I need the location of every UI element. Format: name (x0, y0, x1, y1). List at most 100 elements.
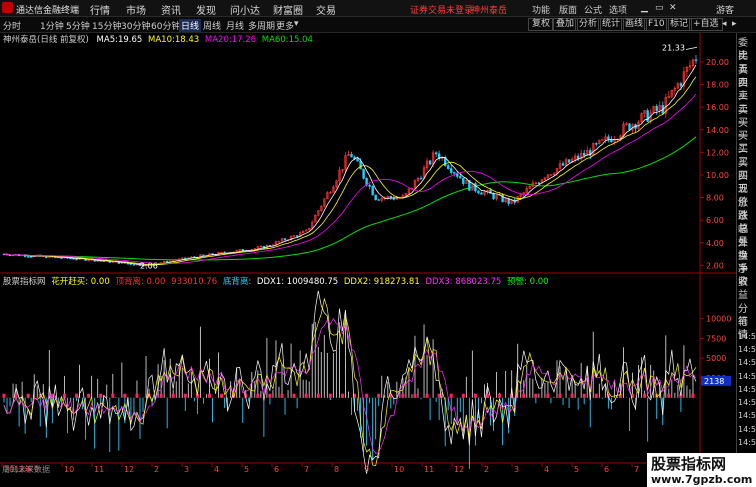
ma20-label: MA20:17.26 (204, 35, 257, 45)
menu-layout[interactable]: 版面 (559, 3, 577, 16)
menu-news[interactable]: 资讯 (161, 2, 181, 17)
candle-body (447, 165, 450, 169)
login-notice[interactable]: 证券交易未登录 (410, 3, 473, 16)
ind-marker (207, 393, 211, 398)
indicator-series (0, 290, 700, 474)
kline-chart[interactable]: 20.00 18.00 16.00 14.00 12.00 10.00 8.00 6.00 4.… (0, 33, 736, 487)
x-tick-label: 12 (454, 465, 464, 474)
side-item: 14:50 (738, 438, 756, 447)
menu-options[interactable]: 选项 (609, 3, 627, 16)
indicator-name[interactable]: 股票指标网 (3, 277, 46, 287)
menu-market[interactable]: 市场 (126, 2, 146, 17)
watermark-title: 股票指标网 (651, 455, 727, 473)
user-label[interactable]: 游客 (716, 3, 734, 16)
period-60min[interactable]: 60分钟 (151, 19, 180, 32)
candle-body (26, 256, 30, 258)
ind-marker (328, 393, 332, 398)
candle-body (374, 194, 377, 200)
ind-marker (111, 393, 115, 398)
x-tick-label: 4 (544, 465, 549, 474)
candle-body (561, 163, 565, 166)
period-daily[interactable]: 日线 (179, 19, 202, 32)
candle-body (567, 159, 571, 163)
ind-marker (534, 393, 538, 398)
side-item: 14:50 (738, 411, 756, 421)
menu-wealth[interactable]: 财富圈 (273, 2, 303, 17)
menu-discover[interactable]: 发现 (196, 2, 216, 17)
x-tick-label: 2 (484, 465, 489, 474)
candle-body (356, 158, 359, 162)
candle-body (389, 196, 392, 199)
high-arrow (685, 46, 698, 50)
minimize-icon[interactable]: ▁ (641, 3, 648, 13)
close-icon[interactable]: ✕ (669, 3, 677, 13)
candle-body (283, 238, 287, 241)
candle-body (595, 143, 598, 145)
period-weekly[interactable]: 周线 (203, 19, 221, 32)
candle-body (428, 160, 432, 165)
candle-body (628, 123, 631, 131)
side-item: 收益 (738, 277, 748, 302)
ind-marker (123, 393, 127, 398)
high-price-label: 21.33 (662, 44, 685, 53)
candle-body (474, 183, 477, 192)
x-tick-label: 10 (64, 465, 74, 474)
x-tick-label: 5 (574, 465, 579, 474)
candle-body (223, 251, 226, 254)
time-axis: 2012年91011122345678910111223456789 (1, 463, 699, 474)
y-tick-label: 14.00 (706, 126, 729, 135)
ma10-label: MA10:18.43 (148, 35, 200, 45)
candle-body (359, 160, 362, 170)
app-title: 通达信金融终端 (16, 6, 80, 16)
x-tick-label: 3 (514, 465, 519, 474)
ind-buy: 花开赶买: 0.00 (51, 277, 110, 287)
menu-ask[interactable]: 问小达 (230, 2, 260, 17)
menu-bar: 通达信金融终端 行情 市场 资讯 发现 问小达 财富圈 交易 证券交易未登录 神… (0, 0, 756, 17)
x-tick-label: 10 (394, 465, 404, 474)
x-tick-label: 3 (184, 465, 189, 474)
candle-body (72, 258, 75, 260)
period-multi[interactable]: 多周期 (248, 19, 275, 32)
ind-marker (304, 393, 308, 398)
period-more[interactable]: 更多 (276, 19, 294, 32)
add-watchlist-button[interactable]: +自选 (689, 18, 723, 31)
adjust-button[interactable]: 复权 (528, 18, 555, 31)
menu-formula[interactable]: 公式 (584, 3, 602, 16)
ind-y-tick-label: 5000 (706, 354, 726, 363)
ind-marker (256, 393, 260, 398)
next-icon[interactable]: ▸ (732, 19, 737, 29)
menu-trade[interactable]: 交易 (316, 2, 336, 17)
period-tick[interactable]: 分时 (3, 19, 21, 32)
period-monthly[interactable]: 月线 (226, 19, 244, 32)
ind-marker (449, 393, 453, 398)
f10-button[interactable]: F10 (644, 18, 669, 31)
period-5min[interactable]: 5分钟 (66, 19, 90, 32)
restore-icon[interactable]: ▭ (655, 3, 664, 13)
candle-body (492, 193, 495, 199)
menu-function[interactable]: 功能 (532, 3, 550, 16)
chevron-down-icon[interactable]: ▾ (294, 19, 299, 29)
candle-body (126, 263, 130, 265)
ma60-label: MA60:15.04 (261, 35, 313, 45)
ind-marker (75, 393, 79, 398)
period-30min[interactable]: 30分钟 (121, 19, 150, 32)
prev-icon[interactable]: ◂ (722, 19, 727, 29)
ind-marker (159, 393, 163, 398)
x-tick-label: 6 (604, 465, 609, 474)
candle-body (362, 168, 365, 179)
period-1min[interactable]: 1分钟 (40, 19, 64, 32)
y-tick-label: 18.00 (706, 81, 729, 90)
side-item: 14:50 (738, 424, 756, 434)
candle-body (679, 83, 683, 87)
ind-marker (340, 393, 344, 398)
y-tick-label: 10.00 (706, 171, 729, 180)
x-tick-label: 9 (364, 465, 369, 474)
ma5-label: MA5:19.65 (96, 35, 143, 45)
menu-market-quote[interactable]: 行情 (90, 2, 110, 17)
ind-top-value: 933010.76 (171, 277, 218, 287)
candle-body (434, 152, 438, 155)
y-tick-label: 12.00 (706, 148, 729, 157)
period-15min[interactable]: 15分钟 (92, 19, 121, 32)
ind-marker (365, 393, 369, 398)
ind-marker (546, 393, 550, 398)
